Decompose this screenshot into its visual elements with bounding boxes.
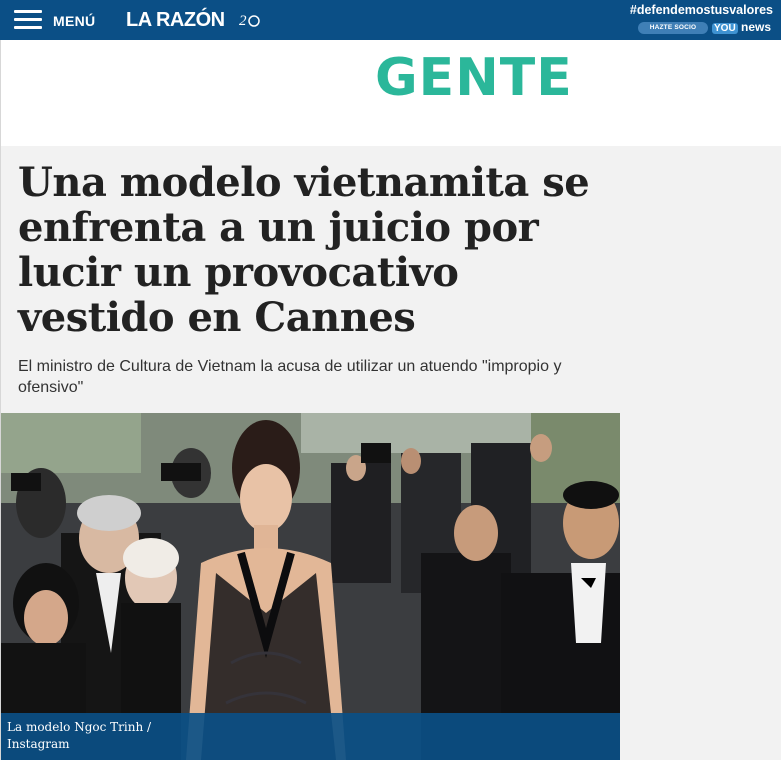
article-main-image[interactable]: La modelo Ngoc Trinh / Instagram bbox=[1, 413, 620, 760]
hazte-socio-button[interactable]: HAZTE SOCIO bbox=[638, 22, 708, 34]
article-headline: Una modelo vietnamita se enfrenta a un j… bbox=[18, 159, 590, 341]
menu-button[interactable]: MENÚ bbox=[53, 13, 95, 29]
article-subheadline: El ministro de Cultura de Vietnam la acu… bbox=[18, 358, 562, 396]
hamburger-menu-icon[interactable] bbox=[14, 10, 42, 30]
you-badge: YOU bbox=[712, 23, 738, 34]
site-logo[interactable]: LA RAZÓN bbox=[126, 9, 225, 32]
right-column bbox=[620, 146, 781, 760]
news-label: news bbox=[741, 20, 772, 34]
section-header: GENTE bbox=[0, 40, 781, 146]
hashtag-link[interactable]: #defendemostusvalores bbox=[630, 3, 773, 17]
image-caption-bar: La modelo Ngoc Trinh / Instagram bbox=[1, 713, 620, 760]
top-navigation-bar: MENÚ LA RAZÓN 2 #defendemostusvalores HA… bbox=[0, 0, 781, 40]
image-caption: La modelo Ngoc Trinh / Instagram bbox=[7, 720, 152, 751]
svg-text:2: 2 bbox=[239, 13, 247, 29]
anniversary-20-icon: 2 bbox=[239, 13, 260, 29]
red-carpet-photo bbox=[1, 413, 620, 760]
you-news-link[interactable]: YOU news bbox=[712, 20, 771, 34]
section-title[interactable]: GENTE bbox=[375, 48, 573, 108]
